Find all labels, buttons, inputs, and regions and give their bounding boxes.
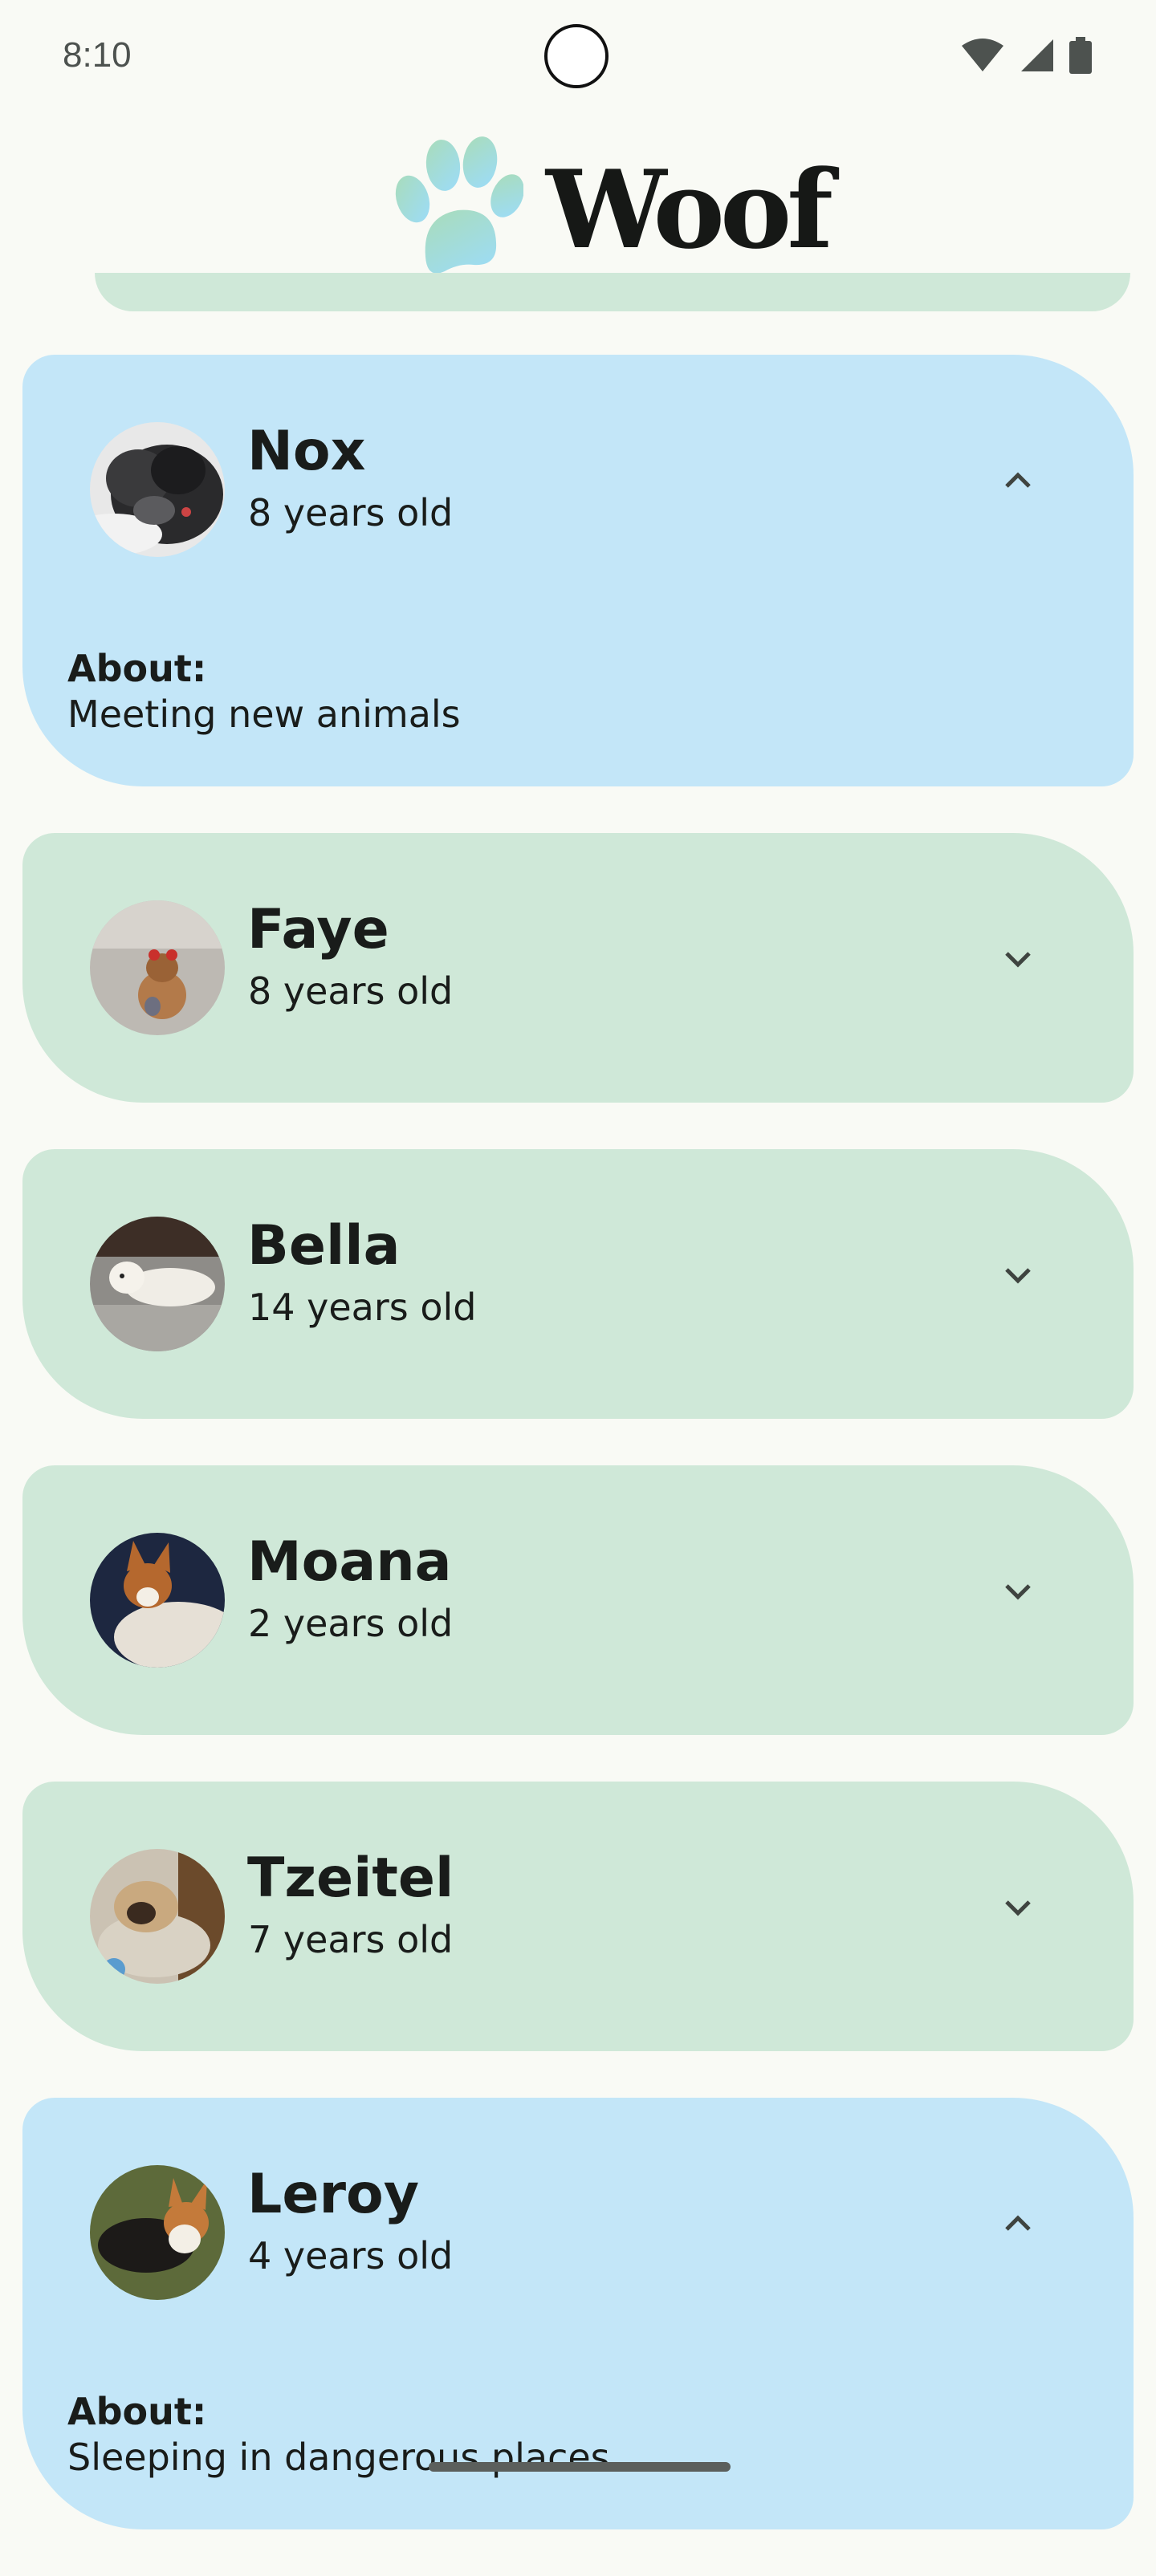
dog-card-nox[interactable]: Nox 8 years old About: Meeting new anima… <box>22 355 1134 786</box>
card-header: Faye 8 years old <box>22 833 1134 1103</box>
signal-icon <box>1020 38 1055 76</box>
expand-more-icon <box>999 939 1037 981</box>
status-time: 8:10 <box>63 35 132 75</box>
expand-button[interactable] <box>979 443 1056 520</box>
dog-card-faye[interactable]: Faye 8 years old <box>22 833 1134 1103</box>
dog-age: 8 years old <box>248 491 454 534</box>
dog-card-tzeitel[interactable]: Tzeitel 7 years old <box>22 1782 1134 2051</box>
dog-age: 4 years old <box>248 2234 454 2277</box>
expand-less-icon <box>999 2204 1037 2245</box>
about-label: About: <box>67 2390 207 2433</box>
expand-button[interactable] <box>979 1237 1056 1314</box>
dog-name: Nox <box>247 420 366 483</box>
expand-button[interactable] <box>979 2186 1056 2263</box>
about-section: About: Meeting new animals <box>67 647 461 739</box>
dog-card-moana[interactable]: Moana 2 years old <box>22 1465 1134 1735</box>
expand-more-icon <box>999 1255 1037 1297</box>
status-icons <box>960 37 1092 77</box>
avatar <box>90 900 225 1035</box>
status-bar: 8:10 <box>0 0 1156 120</box>
expand-button[interactable] <box>979 921 1056 998</box>
card-header: Moana 2 years old <box>22 1465 1134 1735</box>
card-header: Leroy 4 years old <box>22 2098 1134 2367</box>
dog-name: Bella <box>247 1214 401 1278</box>
expand-button[interactable] <box>979 1870 1056 1947</box>
avatar <box>90 1217 225 1351</box>
expand-less-icon <box>999 461 1037 502</box>
avatar <box>90 1533 225 1668</box>
paw-icon <box>393 136 524 281</box>
card-header: Bella 14 years old <box>22 1149 1134 1419</box>
wifi-icon <box>960 38 1005 76</box>
about-text: Sleeping in dangerous places <box>67 2436 610 2480</box>
dog-age: 8 years old <box>248 969 454 1013</box>
app-title: Woof <box>546 146 833 273</box>
dog-name: Moana <box>247 1530 452 1594</box>
dog-age: 14 years old <box>248 1286 477 1329</box>
about-text: Meeting new animals <box>67 693 461 737</box>
card-header: Tzeitel 7 years old <box>22 1782 1134 2051</box>
camera-cutout <box>544 24 609 88</box>
about-label: About: <box>67 647 207 690</box>
dog-name: Leroy <box>247 2163 420 2226</box>
battery-icon <box>1069 37 1092 77</box>
expand-more-icon <box>999 1887 1037 1929</box>
partial-card <box>95 273 1130 311</box>
dog-list[interactable]: Nox 8 years old About: Meeting new anima… <box>22 355 1134 2576</box>
card-header: Nox 8 years old <box>22 355 1134 624</box>
dog-card-bella[interactable]: Bella 14 years old <box>22 1149 1134 1419</box>
expand-button[interactable] <box>979 1554 1056 1631</box>
dog-age: 7 years old <box>248 1918 454 1961</box>
dog-name: Tzeitel <box>247 1847 454 1910</box>
dog-name: Faye <box>247 898 389 961</box>
expand-more-icon <box>999 1571 1037 1613</box>
avatar <box>90 2165 225 2300</box>
gesture-nav-handle[interactable] <box>429 2462 731 2472</box>
avatar <box>90 422 225 557</box>
avatar <box>90 1849 225 1984</box>
dog-age: 2 years old <box>248 1602 454 1645</box>
